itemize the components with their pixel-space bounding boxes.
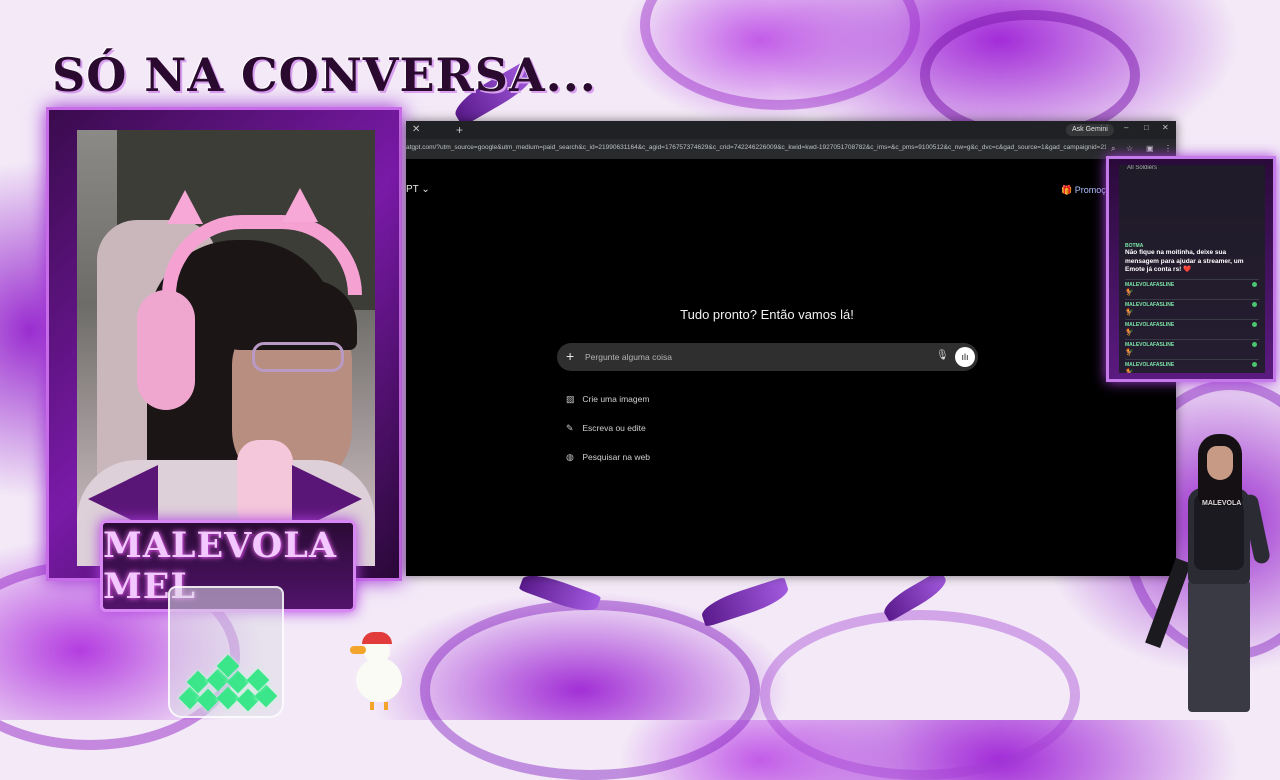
chatgpt-header: PT ⌄ 🎁 Promoçã atuita ◌ (406, 175, 1176, 201)
cat-ear-icon (167, 190, 203, 224)
minimize-icon[interactable]: – (1124, 123, 1128, 132)
badge-icon (1252, 342, 1257, 347)
chat-message: MALEVOLAFASLINE 🐓 (1125, 299, 1259, 318)
ask-gemini-button[interactable]: Ask Gemini (1066, 124, 1114, 136)
image-icon: ▨ (566, 394, 575, 404)
page-headline: Tudo pronto? Então vamos lá! (680, 307, 854, 322)
extension-icon[interactable]: ▣ (1146, 144, 1154, 153)
duck-body (356, 658, 402, 702)
chat-header: All Soldiers (1127, 165, 1158, 171)
chat-message-highlight: BOTMA Não fique na moitinha, deixe sua m… (1125, 243, 1259, 277)
globe-icon: ◍ (566, 452, 574, 462)
chat-message: MALEVOLAFASLINE 🐓 (1125, 279, 1259, 298)
maximize-icon[interactable]: □ (1144, 123, 1149, 132)
chat-message-text: Não fique na moitinha, deixe sua mensage… (1125, 249, 1244, 273)
overlay-title: SÓ NA CONVERSA... (52, 48, 597, 102)
badge-icon (1252, 302, 1257, 307)
microphone-icon (237, 440, 293, 530)
badge-icon (1252, 322, 1257, 327)
cap-icon (362, 632, 392, 644)
rooster-emote-icon: 🐓 (1125, 329, 1134, 336)
browser-window: ✕ + Ask Gemini – □ ✕ atgpt.com/?utm_sour… (406, 121, 1176, 576)
soldier-legs (1188, 580, 1250, 712)
suggestion-search-web[interactable]: ◍ Pesquisar na web (566, 452, 650, 468)
suggestion-label: Escreva ou edite (582, 423, 646, 433)
microphone-icon[interactable]: 🎙 (936, 350, 949, 361)
decor-swirl (420, 600, 760, 780)
rooster-emote-icon: 🐓 (1125, 289, 1134, 296)
soldier-character: MALEVOLA (1145, 432, 1280, 720)
duck-leg (384, 702, 388, 710)
tab-bar: ✕ + Ask Gemini – □ ✕ (406, 121, 1176, 139)
promo-link[interactable]: 🎁 Promoçã (1061, 185, 1111, 196)
feather-decor (698, 576, 792, 628)
jar-contents (176, 654, 278, 712)
chat-message: MALEVOLAFASLINE 🐓 (1125, 339, 1259, 358)
glasses-icon (252, 342, 344, 372)
decor-swirl (640, 0, 920, 110)
headphone-icon (137, 290, 195, 410)
soldier-face (1207, 446, 1233, 480)
menu-icon[interactable]: ⋮ (1164, 144, 1172, 153)
duck-mascot (346, 630, 406, 710)
prompt-composer[interactable]: + 🎙 ılı (557, 343, 978, 371)
pencil-icon: ✎ (566, 423, 574, 433)
prompt-input[interactable] (585, 349, 925, 365)
duck-leg (370, 702, 374, 710)
badge-icon (1252, 282, 1257, 287)
chat-panel: All Soldiers BOTMA Não fique na moitinha… (1119, 165, 1265, 373)
suggestion-label: Pesquisar na web (582, 452, 650, 462)
window-close-icon[interactable]: ✕ (1162, 123, 1169, 132)
cat-ear-icon (282, 188, 318, 222)
address-bar[interactable]: atgpt.com/?utm_source=google&utm_medium=… (406, 139, 1176, 159)
star-icon[interactable]: ☆ (1126, 144, 1133, 153)
close-icon[interactable]: ✕ (412, 124, 420, 135)
url-text[interactable]: atgpt.com/?utm_source=google&utm_medium=… (406, 144, 1106, 151)
model-selector[interactable]: PT ⌄ (406, 184, 430, 195)
chat-overlay-frame: All Soldiers BOTMA Não fique na moitinha… (1106, 156, 1276, 382)
rooster-emote-icon: 🐓 (1125, 369, 1134, 373)
voice-mode-button[interactable]: ılı (955, 347, 975, 367)
gem-icon (236, 688, 260, 712)
chat-message: MALEVOLAFASLINE 🐓 (1125, 359, 1259, 373)
beak-icon (350, 646, 366, 654)
zoom-icon[interactable]: ⌕ (1111, 144, 1115, 154)
gift-icon: 🎁 (1061, 185, 1073, 195)
add-attachment-icon[interactable]: + (566, 348, 574, 364)
gem-icon (196, 688, 220, 712)
decor-swirl (760, 610, 1080, 780)
badge-icon (1252, 362, 1257, 367)
suggestion-label: Crie uma imagem (582, 394, 650, 404)
suggestion-write-edit[interactable]: ✎ Escreva ou edite (566, 423, 646, 439)
suggestion-create-image[interactable]: ▨ Crie uma imagem (566, 394, 649, 410)
chat-message: MALEVOLAFASLINE 🐓 (1125, 319, 1259, 338)
rooster-emote-icon: 🐓 (1125, 349, 1134, 356)
new-tab-button[interactable]: + (456, 123, 463, 137)
emote-jar (168, 586, 284, 718)
rooster-emote-icon: 🐓 (1125, 309, 1134, 316)
soldier-patch: MALEVOLA (1202, 500, 1242, 507)
